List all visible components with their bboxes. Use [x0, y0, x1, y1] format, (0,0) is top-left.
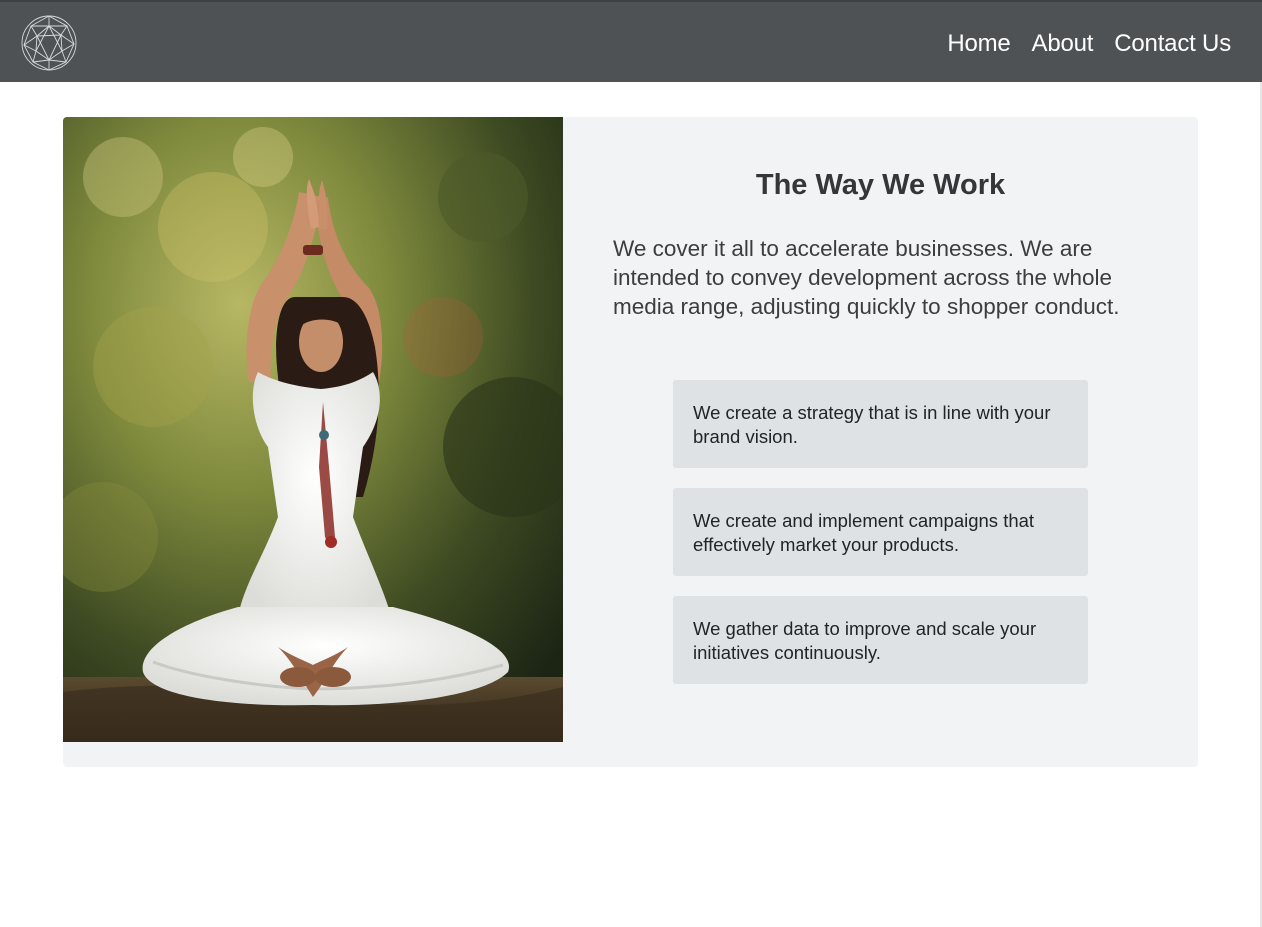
nav-link-home[interactable]: Home [947, 29, 1010, 59]
feature-list: We create a strategy that is in line wit… [673, 380, 1088, 704]
yoga-photo [63, 117, 563, 742]
feature-box: We gather data to improve and scale your… [673, 596, 1088, 684]
feature-box: We create and implement campaigns that e… [673, 488, 1088, 576]
logo-sphere-icon[interactable] [20, 14, 78, 72]
intro-paragraph: We cover it all to accelerate businesses… [613, 236, 1120, 319]
nav-links: Home About Contact Us [947, 29, 1231, 59]
navbar: Home About Contact Us [0, 0, 1262, 82]
section-title: The Way We Work [755, 169, 1006, 201]
how-we-work-card: The Way We Work We cover it all to accel… [63, 117, 1198, 767]
nav-link-contact-us[interactable]: Contact Us [1114, 29, 1231, 59]
feature-box: We create a strategy that is in line wit… [673, 380, 1088, 468]
nav-link-about[interactable]: About [1032, 29, 1094, 59]
